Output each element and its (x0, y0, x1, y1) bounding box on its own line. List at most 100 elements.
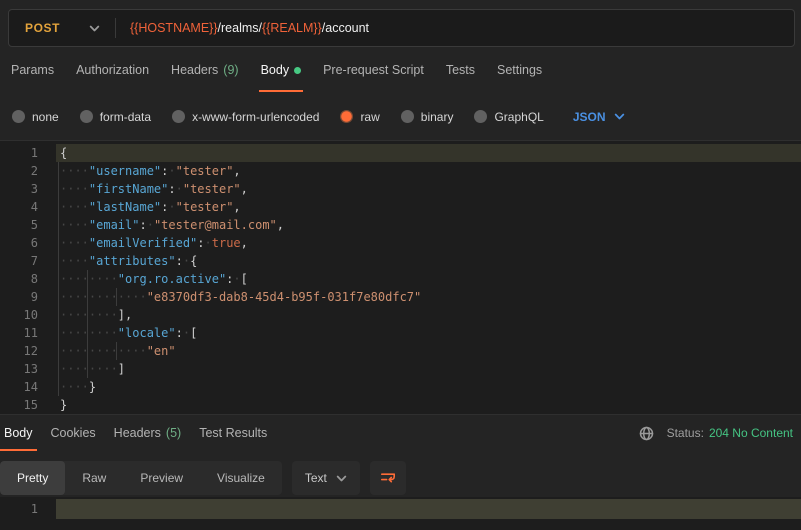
code-token: : (176, 254, 183, 268)
code-line[interactable]: 14 ····} (0, 378, 801, 396)
whitespace-dots: ···· (60, 200, 89, 214)
code-line-content: ····} (56, 378, 801, 396)
code-line-content: { (56, 144, 801, 162)
code-token: "tester@mail.com" (154, 218, 277, 232)
tab-params[interactable]: Params (0, 47, 65, 93)
tab-body[interactable]: Body (250, 47, 313, 93)
radio-button (80, 110, 93, 123)
whitespace-dots: ···· (60, 164, 89, 178)
chevron-down-icon (614, 111, 625, 122)
whitespace-dots: ···· (60, 380, 89, 394)
body-mode-label: none (32, 110, 59, 124)
method-selector[interactable]: POST (9, 10, 115, 46)
code-line[interactable]: 12············"en" (0, 342, 801, 360)
code-line-content: ····"attributes":·{ (56, 252, 801, 270)
line-number: 5 (0, 216, 38, 234)
body-mode-label: raw (360, 110, 379, 124)
body-mode-x-www-form-urlencoded[interactable]: x-www-form-urlencoded (172, 110, 319, 124)
tab-headers[interactable]: Headers(9) (160, 47, 250, 93)
response-toolbar: PrettyRawPreviewVisualize Text (0, 461, 801, 495)
radio-button (12, 110, 25, 123)
status-value: 204 No Content (709, 426, 793, 440)
response-tabs: BodyCookiesHeaders(5)Test Results (0, 415, 276, 451)
postman-request-view: POST {{HOSTNAME}}/realms/{{REALM}}/accou… (0, 0, 801, 530)
response-tab-headers[interactable]: Headers(5) (105, 415, 191, 451)
line-number: 14 (0, 378, 38, 396)
line-number: 13 (0, 360, 38, 378)
tab-settings[interactable]: Settings (486, 47, 553, 93)
line-number: 1 (0, 144, 38, 162)
request-body-editor[interactable]: 1{2····"username":·"tester",3····"firstN… (0, 140, 801, 415)
code-line[interactable]: 15} (0, 396, 801, 414)
whitespace-dots: · (168, 164, 175, 178)
code-token: ] (118, 362, 125, 376)
code-line[interactable]: 5····"email":·"tester@mail.com", (0, 216, 801, 234)
wrap-text-button[interactable] (370, 461, 406, 495)
view-mode-pretty[interactable]: Pretty (0, 461, 65, 495)
view-mode-raw[interactable]: Raw (65, 461, 123, 495)
body-mode-none[interactable]: none (12, 110, 59, 124)
code-line[interactable]: 3····"firstName":·"tester", (0, 180, 801, 198)
code-line[interactable]: 9············"e8370df3-dab8-45d4-b95f-03… (0, 288, 801, 306)
line-number: 7 (0, 252, 38, 270)
format-select[interactable]: Text (292, 461, 360, 495)
response-selected-line[interactable] (56, 499, 801, 519)
globe-icon[interactable] (639, 426, 654, 441)
request-url-bar: POST {{HOSTNAME}}/realms/{{REALM}}/accou… (8, 9, 795, 47)
radio-button (474, 110, 487, 123)
code-token: [ (190, 326, 197, 340)
code-token: { (190, 254, 197, 268)
language-select[interactable]: JSON (573, 110, 625, 124)
code-token: [ (241, 272, 248, 286)
line-number: 4 (0, 198, 38, 216)
chevron-down-icon (336, 473, 347, 484)
tab-pre-request-script[interactable]: Pre-request Script (312, 47, 435, 93)
line-number: 10 (0, 306, 38, 324)
body-mode-graphql[interactable]: GraphQL (474, 110, 543, 124)
code-line[interactable]: 7 ····"attributes":·{ (0, 252, 801, 270)
url-input[interactable]: {{HOSTNAME}}/realms/{{REALM}}/account (116, 10, 794, 46)
url-segment: /account (322, 21, 369, 35)
code-token: , (233, 200, 240, 214)
tab-authorization[interactable]: Authorization (65, 47, 160, 93)
code-line[interactable]: 1{ (0, 144, 801, 162)
code-line-content: ············"en" (56, 342, 801, 360)
code-line[interactable]: 8········"org.ro.active":·[ (0, 270, 801, 288)
code-token: "en" (147, 344, 176, 358)
response-tab-test-results[interactable]: Test Results (190, 415, 276, 451)
body-mode-raw[interactable]: raw (340, 110, 379, 124)
indent-guide (116, 342, 117, 360)
response-tab-cookies[interactable]: Cookies (42, 415, 105, 451)
radio-button-selected (340, 110, 353, 123)
radio-button (401, 110, 414, 123)
response-body-editor[interactable]: 1 (0, 497, 801, 530)
body-mode-binary[interactable]: binary (401, 110, 454, 124)
code-line[interactable]: 6 ····"emailVerified":·true, (0, 234, 801, 252)
tab-label: Headers (171, 63, 218, 77)
code-line[interactable]: 10········], (0, 306, 801, 324)
view-mode-preview[interactable]: Preview (123, 461, 200, 495)
whitespace-dots: ········ (60, 272, 118, 286)
indent-guide (58, 360, 59, 378)
code-line[interactable]: 4····"lastName":·"tester", (0, 198, 801, 216)
tab-label: Body (261, 63, 290, 77)
view-mode-visualize[interactable]: Visualize (200, 461, 282, 495)
language-select-value: JSON (573, 110, 606, 124)
response-code-line[interactable]: 1 (0, 499, 801, 519)
tab-tests[interactable]: Tests (435, 47, 486, 93)
indent-guide (58, 270, 59, 288)
indent-guide (58, 306, 59, 324)
body-mode-form-data[interactable]: form-data (80, 110, 151, 124)
line-number: 6 (0, 234, 38, 252)
code-line[interactable]: 2····"username":·"tester", (0, 162, 801, 180)
code-line[interactable]: 11········"locale":·[ (0, 324, 801, 342)
tab-label: Params (11, 63, 54, 77)
url-variable: {{HOSTNAME}} (130, 21, 218, 35)
code-line-content: ····"emailVerified":·true, (56, 234, 801, 252)
response-tab-body[interactable]: Body (0, 415, 42, 451)
code-line[interactable]: 13········] (0, 360, 801, 378)
indent-guide (87, 288, 88, 306)
indent-guide (87, 306, 88, 324)
line-number: 15 (0, 396, 38, 414)
code-token: "email" (89, 218, 140, 232)
